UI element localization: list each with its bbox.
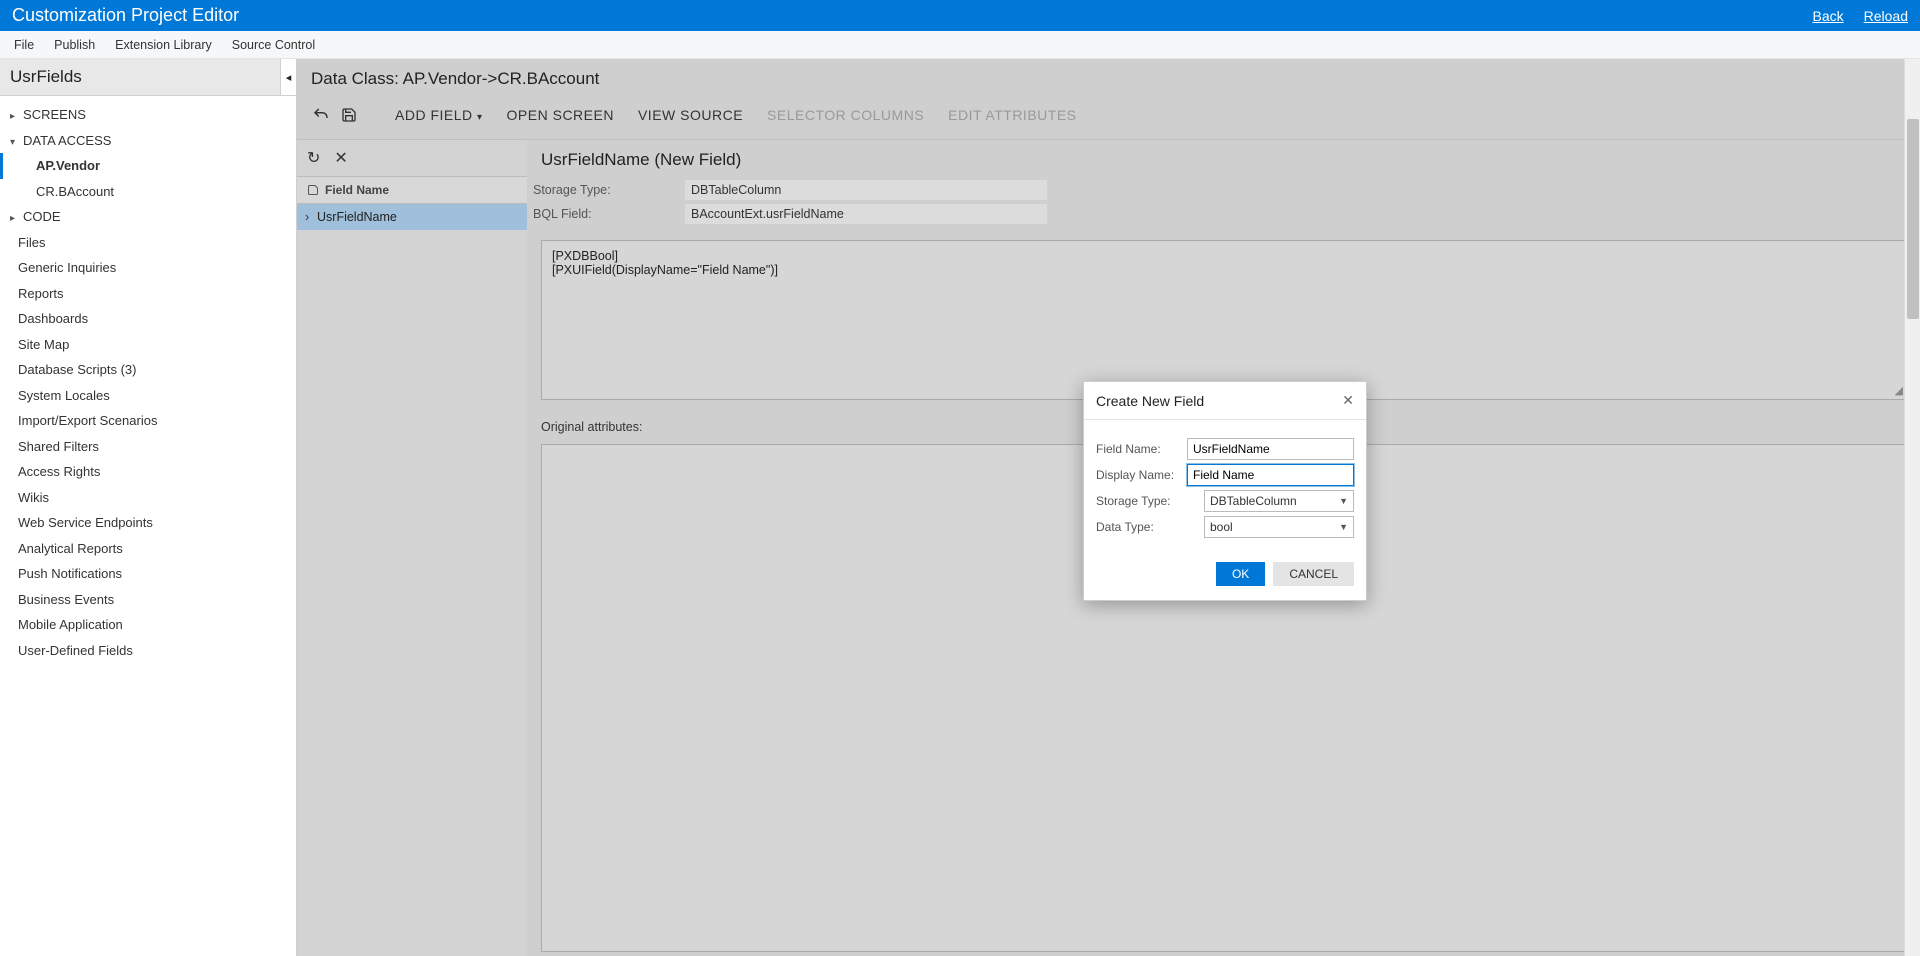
main-panel: Data Class: AP.Vendor->CR.BAccount ADD F…	[297, 59, 1920, 956]
tree-access-rights[interactable]: Access Rights	[0, 459, 296, 485]
sidebar: UsrFields ◂ SCREENS DATA ACCESS AP.Vendo…	[0, 59, 297, 956]
toolbar: ADD FIELD ▾ OPEN SCREEN VIEW SOURCE SELE…	[297, 97, 1920, 140]
tree-screens[interactable]: SCREENS	[0, 102, 296, 128]
dialog-title: Create New Field	[1096, 393, 1204, 409]
storage-type-value: DBTableColumn	[685, 180, 1047, 200]
detail-title: UsrFieldName (New Field)	[527, 140, 1920, 178]
collapse-sidebar-button[interactable]: ◂	[280, 59, 296, 95]
tree-push-notifications[interactable]: Push Notifications	[0, 561, 296, 587]
tree-ws-endpoints[interactable]: Web Service Endpoints	[0, 510, 296, 536]
view-source-button[interactable]: VIEW SOURCE	[630, 103, 751, 127]
sidebar-title-bar: UsrFields ◂	[0, 59, 296, 96]
reload-link[interactable]: Reload	[1864, 8, 1908, 24]
field-name-label: Field Name:	[1096, 442, 1187, 456]
tree-import-export[interactable]: Import/Export Scenarios	[0, 408, 296, 434]
storage-type-select[interactable]: DBTableColumn ▼	[1204, 490, 1354, 512]
storage-type-label: Storage Type:	[527, 183, 685, 197]
dropdown-arrow-icon: ▼	[1339, 496, 1348, 506]
attributes-textarea[interactable]: [PXDBBool] [PXUIField(DisplayName="Field…	[541, 240, 1906, 400]
tree-user-defined-fields[interactable]: User-Defined Fields	[0, 638, 296, 664]
tree-files[interactable]: Files	[0, 230, 296, 256]
cancel-button[interactable]: CANCEL	[1273, 562, 1354, 586]
data-type-label: Data Type:	[1096, 520, 1204, 534]
grid-header[interactable]: Field Name	[297, 176, 527, 204]
menu-source[interactable]: Source Control	[222, 38, 325, 52]
dropdown-caret-icon: ▾	[477, 112, 483, 123]
tree-dashboards[interactable]: Dashboards	[0, 306, 296, 332]
menu-publish[interactable]: Publish	[44, 38, 105, 52]
ok-button[interactable]: OK	[1216, 562, 1265, 586]
open-screen-button[interactable]: OPEN SCREEN	[499, 103, 622, 127]
save-icon[interactable]	[339, 105, 359, 125]
menu-extension[interactable]: Extension Library	[105, 38, 222, 52]
bql-field-value: BAccountExt.usrFieldName	[685, 204, 1047, 224]
tree-business-events[interactable]: Business Events	[0, 587, 296, 613]
dropdown-arrow-icon: ▼	[1339, 522, 1348, 532]
tree-data-access[interactable]: DATA ACCESS	[0, 128, 296, 154]
nav-tree: SCREENS DATA ACCESS AP.Vendor CR.BAccoun…	[0, 96, 296, 669]
grid-save-icon	[307, 184, 319, 196]
tree-system-locales[interactable]: System Locales	[0, 383, 296, 409]
field-row[interactable]: UsrFieldName	[297, 204, 527, 230]
tree-cr-baccount[interactable]: CR.BAccount	[0, 179, 296, 205]
tree-code[interactable]: CODE	[0, 204, 296, 230]
app-title: Customization Project Editor	[12, 5, 239, 26]
menu-file[interactable]: File	[4, 38, 44, 52]
tree-shared-filters[interactable]: Shared Filters	[0, 434, 296, 460]
refresh-icon[interactable]: ↻	[307, 148, 320, 168]
resize-handle-icon[interactable]: ◢	[1895, 384, 1903, 397]
selector-columns-button[interactable]: SELECTOR COLUMNS	[759, 103, 932, 127]
display-name-input[interactable]	[1187, 464, 1354, 486]
project-name: UsrFields	[10, 67, 82, 86]
dialog-close-icon[interactable]: ✕	[1342, 392, 1354, 409]
tree-reports[interactable]: Reports	[0, 281, 296, 307]
data-type-select[interactable]: bool ▼	[1204, 516, 1354, 538]
add-field-button[interactable]: ADD FIELD ▾	[387, 103, 491, 127]
page-title: Data Class: AP.Vendor->CR.BAccount	[297, 59, 1920, 97]
tree-generic-inquiries[interactable]: Generic Inquiries	[0, 255, 296, 281]
edit-attributes-button[interactable]: EDIT ATTRIBUTES	[940, 103, 1084, 127]
field-list-panel: ↻ ✕ Field Name UsrFieldName	[297, 140, 527, 956]
create-new-field-dialog: Create New Field ✕ Field Name: Display N…	[1083, 381, 1367, 601]
tree-db-scripts[interactable]: Database Scripts (3)	[0, 357, 296, 383]
tree-mobile-app[interactable]: Mobile Application	[0, 612, 296, 638]
field-name-input[interactable]	[1187, 438, 1354, 460]
storage-type-label-dlg: Storage Type:	[1096, 494, 1204, 508]
menu-bar: File Publish Extension Library Source Co…	[0, 31, 1920, 59]
vertical-scrollbar[interactable]	[1904, 59, 1920, 956]
back-link[interactable]: Back	[1813, 8, 1844, 24]
tree-wikis[interactable]: Wikis	[0, 485, 296, 511]
close-icon[interactable]: ✕	[334, 148, 347, 168]
tree-ap-vendor[interactable]: AP.Vendor	[0, 153, 296, 179]
tree-analytical-reports[interactable]: Analytical Reports	[0, 536, 296, 562]
tree-site-map[interactable]: Site Map	[0, 332, 296, 358]
undo-icon[interactable]	[311, 105, 331, 125]
display-name-label: Display Name:	[1096, 468, 1187, 482]
title-bar: Customization Project Editor Back Reload	[0, 0, 1920, 31]
bql-field-label: BQL Field:	[527, 207, 685, 221]
scrollbar-thumb[interactable]	[1907, 119, 1919, 319]
